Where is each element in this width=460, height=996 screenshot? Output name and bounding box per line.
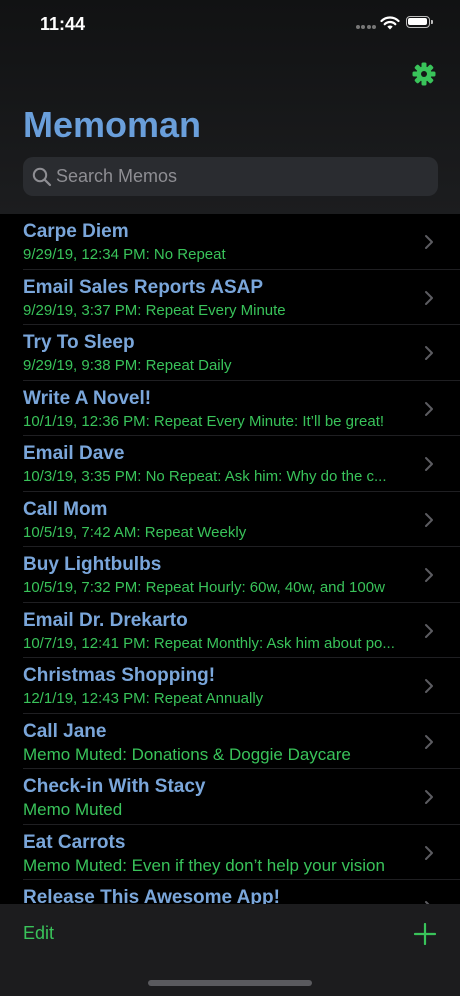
memo-subtitle: 10/7/19, 12:41 PM: Repeat Monthly: Ask h… (23, 634, 395, 652)
memo-row-1[interactable]: Email Sales Reports ASAP 9/29/19, 3:37 P… (0, 270, 460, 326)
memo-row-8[interactable]: Christmas Shopping! 12/1/19, 12:43 PM: R… (0, 658, 460, 714)
search-input[interactable] (56, 157, 426, 196)
memo-subtitle: 10/3/19, 3:35 PM: No Repeat: Ask him: Wh… (23, 468, 387, 485)
memo-row-2[interactable]: Try To Sleep 9/29/19, 9:38 PM: Repeat Da… (0, 325, 460, 381)
bottom-toolbar: Edit (0, 904, 460, 996)
chevron-right-icon (425, 235, 433, 249)
memo-subtitle: 10/5/19, 7:42 AM: Repeat Weekly (23, 523, 247, 541)
memo-row-12[interactable]: Release This Awesome App! (0, 880, 460, 904)
memo-title: Email Sales Reports ASAP (23, 276, 264, 298)
chevron-right-icon (425, 457, 433, 471)
memo-row-3[interactable]: Write A Novel! 10/1/19, 12:36 PM: Repeat… (0, 381, 460, 437)
battery-icon (406, 16, 433, 28)
memo-title: Call Jane (23, 720, 107, 742)
chevron-right-icon (425, 623, 433, 638)
search-bar[interactable] (23, 157, 438, 196)
home-indicator (148, 980, 312, 986)
navigation-header: 11:44 Memoman (0, 0, 460, 214)
memo-title: Email Dave (23, 443, 125, 464)
memo-title: Eat Carrots (23, 831, 126, 853)
chevron-right-icon (425, 845, 433, 860)
memo-title: Email Dr. Drekarto (23, 609, 188, 631)
status-bar: 11:44 (0, 0, 460, 50)
chevron-right-icon (425, 512, 433, 527)
memo-subtitle: Memo Muted: Donations & Doggie Daycare (23, 744, 351, 764)
memo-row-11[interactable]: Eat Carrots Memo Muted: Even if they don… (0, 825, 460, 881)
wifi-icon (380, 16, 400, 30)
memo-list: Carpe Diem 9/29/19, 12:34 PM: No Repeat … (0, 214, 460, 904)
status-time: 11:44 (40, 14, 86, 34)
memo-row-7[interactable]: Email Dr. Drekarto 10/7/19, 12:41 PM: Re… (0, 603, 460, 659)
chevron-right-icon (425, 290, 433, 305)
edit-button[interactable]: Edit (23, 923, 54, 944)
memo-subtitle: Memo Muted (23, 800, 123, 819)
memo-subtitle: 10/1/19, 12:36 PM: Repeat Every Minute: … (23, 412, 385, 430)
memo-title: Release This Awesome App! (23, 887, 280, 904)
chevron-right-icon (425, 790, 433, 804)
memo-title: Call Mom (23, 498, 108, 520)
chevron-right-icon (425, 401, 433, 416)
memo-title: Check-in With Stacy (23, 776, 206, 797)
memo-subtitle: 9/29/19, 3:37 PM: Repeat Every Minute (23, 301, 286, 319)
memo-title: Write A Novel! (23, 387, 152, 409)
memo-title: Christmas Shopping! (23, 665, 216, 686)
page-title: Memoman (23, 104, 202, 145)
memo-row-5[interactable]: Call Mom 10/5/19, 7:42 AM: Repeat Weekly (0, 492, 460, 548)
chevron-right-icon (425, 679, 433, 693)
memo-subtitle: 10/5/19, 7:32 PM: Repeat Hourly: 60w, 40… (23, 579, 385, 596)
memo-row-9[interactable]: Call Jane Memo Muted: Donations & Doggie… (0, 714, 460, 770)
memo-row-4[interactable]: Email Dave 10/3/19, 3:35 PM: No Repeat: … (0, 436, 460, 492)
search-icon (32, 167, 52, 187)
memo-title: Try To Sleep (23, 332, 135, 353)
memo-subtitle: Memo Muted: Even if they don’t help your… (23, 855, 385, 875)
memo-subtitle: 9/29/19, 9:38 PM: Repeat Daily (23, 357, 232, 374)
memo-title: Carpe Diem (23, 221, 129, 242)
plus-icon[interactable] (414, 923, 436, 945)
chevron-right-icon (425, 568, 433, 582)
memo-row-6[interactable]: Buy Lightbulbs 10/5/19, 7:32 PM: Repeat … (0, 547, 460, 603)
settings-gear-icon[interactable] (410, 60, 438, 88)
memo-row-10[interactable]: Check-in With Stacy Memo Muted (0, 769, 460, 825)
memo-subtitle: 9/29/19, 12:34 PM: No Repeat (23, 246, 226, 263)
memo-subtitle: 12/1/19, 12:43 PM: Repeat Annually (23, 690, 264, 707)
memo-title: Buy Lightbulbs (23, 554, 162, 575)
cellular-signal-icon (356, 24, 376, 30)
chevron-right-icon (425, 734, 433, 749)
memo-row-0[interactable]: Carpe Diem 9/29/19, 12:34 PM: No Repeat (0, 214, 460, 270)
chevron-right-icon (425, 346, 433, 360)
